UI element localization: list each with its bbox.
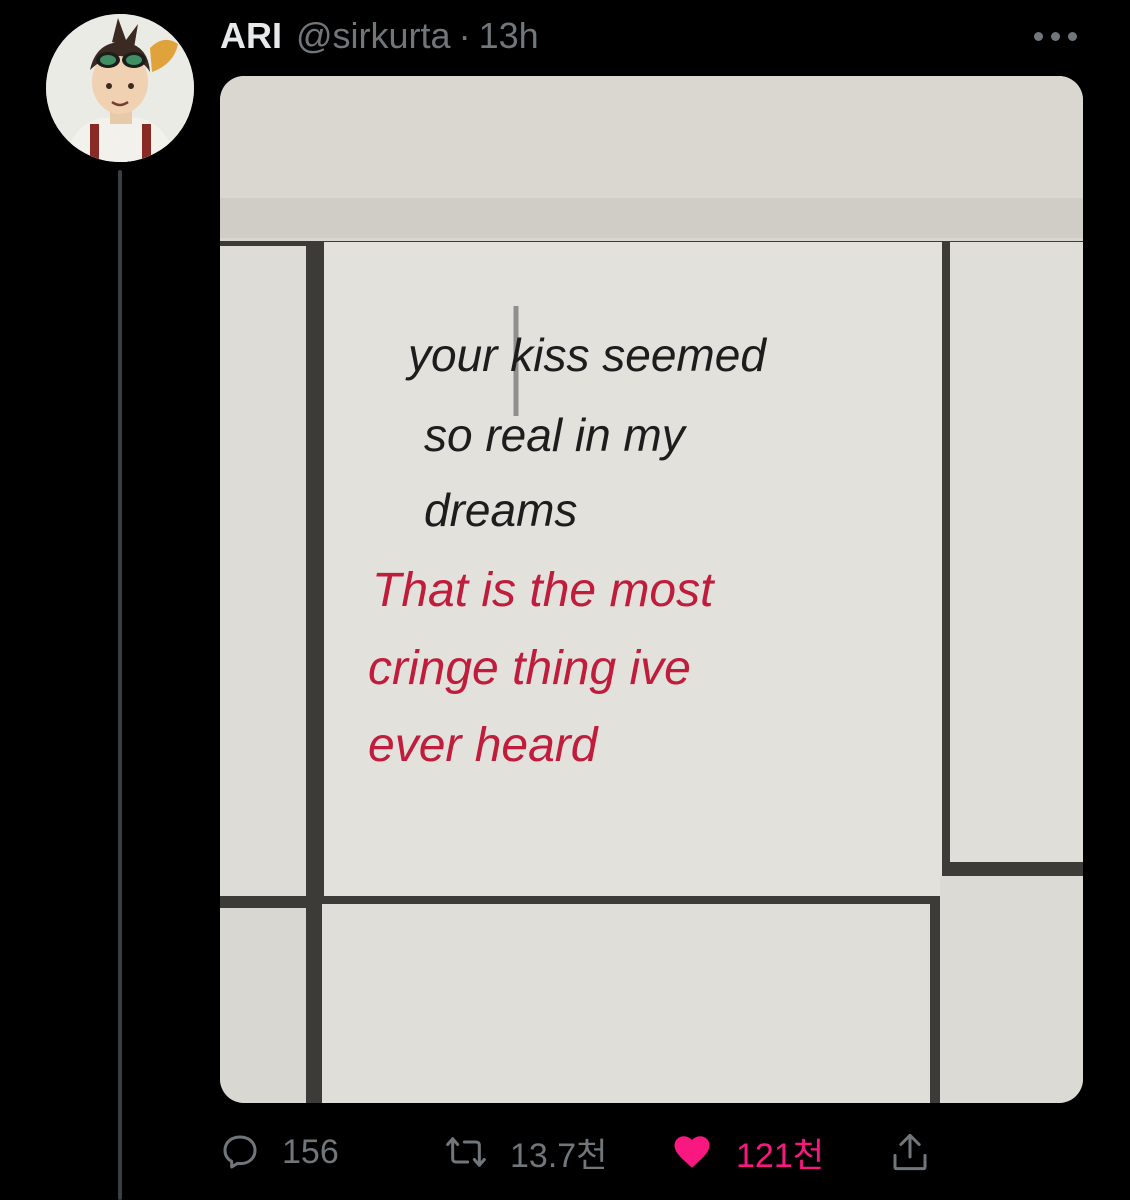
svg-text:ever heard: ever heard (368, 719, 599, 772)
svg-text:cringe thing ive: cringe thing ive (368, 642, 691, 695)
like-icon (674, 1136, 710, 1168)
svg-text:dreams: dreams (424, 484, 577, 536)
author-name[interactable]: ARI (220, 15, 282, 57)
like-button[interactable]: 121천 (670, 1124, 824, 1180)
tweet-header: ARI @sirkurta · 13h (220, 12, 539, 60)
reply-count: 156 (282, 1132, 339, 1171)
svg-text:That is the most: That is the most (372, 564, 715, 617)
share-button[interactable] (890, 1124, 930, 1180)
retweet-count: 13.7천 (510, 1136, 608, 1175)
author-handle[interactable]: @sirkurta (296, 15, 451, 57)
retweet-button[interactable]: 13.7천 (444, 1124, 607, 1180)
thread-line (118, 170, 122, 1200)
more-dots-icon[interactable] (1030, 30, 1080, 42)
separator: · (458, 15, 471, 56)
avatar[interactable] (46, 14, 194, 162)
tweet-time[interactable]: 13h (479, 15, 539, 57)
author-meta: @sirkurta · 13h (296, 15, 539, 57)
tile-photo: your kiss seemed so real in my dreams Th… (220, 76, 1083, 1103)
reply-icon (223, 1135, 257, 1169)
like-count: 121천 (736, 1136, 825, 1175)
share-icon (893, 1133, 927, 1171)
retweet-icon (446, 1137, 486, 1167)
tweet-actions: 156 13.7천 121천 (220, 1124, 950, 1180)
svg-text:so real in my: so real in my (424, 409, 688, 461)
tweet-media-image[interactable]: your kiss seemed so real in my dreams Th… (220, 76, 1083, 1103)
avatar-image (46, 14, 194, 162)
reply-button[interactable]: 156 (220, 1124, 339, 1180)
svg-text:your kiss seemed: your kiss seemed (405, 329, 767, 381)
